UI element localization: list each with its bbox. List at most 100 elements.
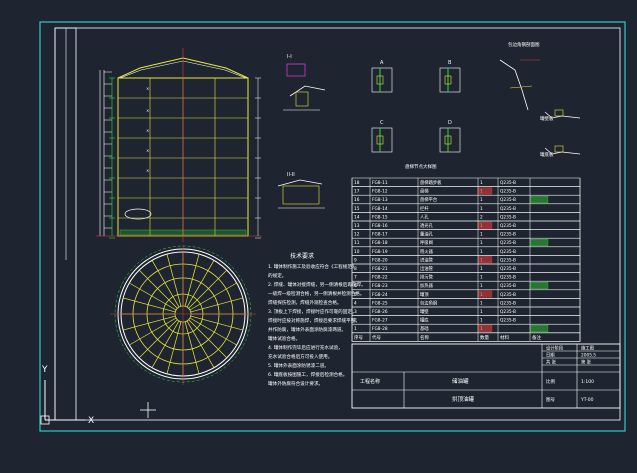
note-line: 一级焊一级检测合格，另一侧清根并检测合格。 — [268, 290, 364, 297]
title-block-frame — [351, 343, 621, 409]
drawing-title: 储油罐 — [452, 377, 469, 385]
note-line: 罐体外防腐符合设计要求。 — [268, 380, 323, 387]
outer-border-frame — [39, 21, 626, 432]
bom-cell: 阻火器 — [420, 248, 434, 255]
note-line: 罐体试验合格。 — [268, 335, 300, 342]
shell-marker: × — [146, 168, 149, 173]
stage-label: 设计阶段 — [546, 345, 564, 352]
bom-highlight — [477, 290, 493, 298]
detail-c-frame — [371, 67, 393, 93]
bom-cell: 透光孔 — [420, 222, 434, 229]
bom-cell: 罐顶 — [420, 291, 429, 298]
detail-label-f: D — [448, 120, 452, 126]
bom-cell: 1 — [480, 283, 483, 289]
roof-rafter — [188, 319, 228, 359]
note-line: 焊接时应按对称施焊，焊接后要求焊缝平整， — [268, 317, 360, 324]
inner-border-frame — [54, 27, 621, 421]
bom-cell: 1 — [480, 318, 483, 324]
bom-highlight — [529, 282, 549, 289]
detail-i-plate — [554, 109, 564, 117]
project-label: 工程名称 — [360, 378, 380, 385]
crosshair-cursor — [140, 402, 156, 418]
bom-cell: Q235-B — [500, 206, 516, 212]
ucs-icon: YX — [40, 365, 94, 426]
cad-drawing-canvas[interactable]: × × × × × I-I II-II A B C D 盘梯节点大样图 包边角钢剖面图罐壁板罐底板技术要… — [0, 0, 637, 473]
detail-label-j: 罐底板 — [540, 151, 554, 158]
bom-cell: FG8-28 — [372, 326, 388, 332]
ucs-y-label: Y — [41, 365, 48, 375]
bom-cell: 罐壁 — [420, 308, 429, 315]
notes-title: 技术要求 — [290, 252, 314, 260]
bom-cell: 栏杆 — [420, 205, 429, 212]
date-value: 2005.5 — [581, 353, 596, 359]
detail-a-outline — [286, 63, 306, 77]
bom-cell: Q235-B — [500, 180, 516, 186]
bom-cell: FG8-25 — [372, 300, 388, 306]
bom-cell: FG8-24 — [372, 292, 388, 298]
bom-cell: FG8-16 — [372, 223, 388, 229]
bom-highlight — [529, 239, 549, 246]
tank-plan-view — [110, 245, 256, 385]
note-line: 1. 罐体制作施工及验收应符合《工程规范》 — [268, 263, 357, 270]
detail-d-frame — [439, 67, 461, 93]
bom-cell: 1 — [480, 180, 483, 186]
note-line: 4. 罐体制作完毕后应进行充水试验， — [268, 344, 343, 351]
bom-cell: Q235-B — [500, 318, 516, 324]
bom-cell: 1 — [480, 240, 483, 246]
bom-cell: Q235-B — [500, 232, 516, 238]
roof-rafter — [138, 269, 178, 309]
bom-header-cell: 材料 — [500, 334, 509, 341]
bom-cell: FG8-21 — [372, 266, 388, 272]
bom-cell: 10 — [354, 249, 360, 255]
bom-cell: 13 — [354, 223, 360, 229]
note-line: 的规定。 — [268, 272, 286, 279]
note-line: 5. 罐体外表面涂防锈漆二道。 — [268, 362, 329, 369]
roof-rafter — [188, 269, 228, 309]
bom-cell: Q235-B — [500, 240, 516, 246]
detail-label-b: II-II — [287, 172, 295, 178]
note-line: 3. 顶板上下焊接，焊接时应作可靠的固定， — [268, 308, 357, 315]
bom-cell: 2 — [480, 214, 483, 220]
bom-header-cell: 备注 — [532, 334, 541, 341]
bom-cell: Q235-B — [500, 283, 516, 289]
detail-a-plate — [295, 91, 309, 107]
sheet-value: YT-00 — [580, 397, 594, 403]
bom-cell: 出油管 — [420, 265, 434, 272]
bom-cell: 1 — [480, 206, 483, 212]
technical-notes: 技术要求 1. 罐体制作施工及验收应符合《工程规范》 的规定。 2. 焊缝、罐体对接… — [268, 252, 366, 387]
note-line: 充水试验合格后方可投入使用。 — [268, 353, 332, 360]
bom-highlight — [529, 196, 549, 203]
shell-marker: × — [146, 108, 149, 113]
bom-cell: Q235-B — [500, 189, 516, 195]
bom-header-cell: 数量 — [480, 334, 489, 341]
detail-b-shape — [277, 179, 323, 187]
bom-cell: 罐底 — [420, 317, 429, 324]
date-label: 日期 — [546, 353, 555, 359]
bom-cell: Q235-B — [500, 266, 516, 272]
bom-header-row — [351, 332, 581, 342]
note-line: 并作防腐，罐体外表面涂防腐漆两道。 — [268, 326, 346, 333]
detail-h-shape — [499, 59, 529, 111]
bom-cell: 11 — [354, 240, 360, 246]
detail-a-shape — [289, 85, 326, 97]
bom-header-cell: 序号 — [354, 334, 363, 341]
shell-marker: × — [146, 86, 149, 91]
detail-label-h: 包边角钢剖面图 — [508, 41, 540, 48]
detail-label-i: 罐壁板 — [540, 115, 554, 122]
sheet-label: 图号 — [546, 397, 555, 403]
bom-cell: FG8-15 — [372, 214, 388, 220]
bom-highlight — [477, 325, 493, 332]
bom-cell: Q235-B — [500, 257, 516, 263]
bom-cell: 基础 — [420, 325, 429, 332]
detail-label-c: A — [380, 60, 384, 66]
bom-cell: 盘梯踏步板 — [420, 179, 442, 186]
bom-header-cell: 名称 — [420, 334, 429, 341]
bom-cell: Q235-B — [500, 214, 516, 220]
tank-elevation-view: × × × × × — [96, 48, 262, 242]
bom-cell: FG8-19 — [372, 249, 388, 255]
bom-cell: FG8-11 — [372, 180, 388, 186]
bom-cell: Q235-B — [500, 292, 516, 298]
bom-highlight — [477, 187, 493, 195]
binding-margin-strip — [54, 27, 77, 421]
bom-cell: 2 — [354, 318, 357, 324]
